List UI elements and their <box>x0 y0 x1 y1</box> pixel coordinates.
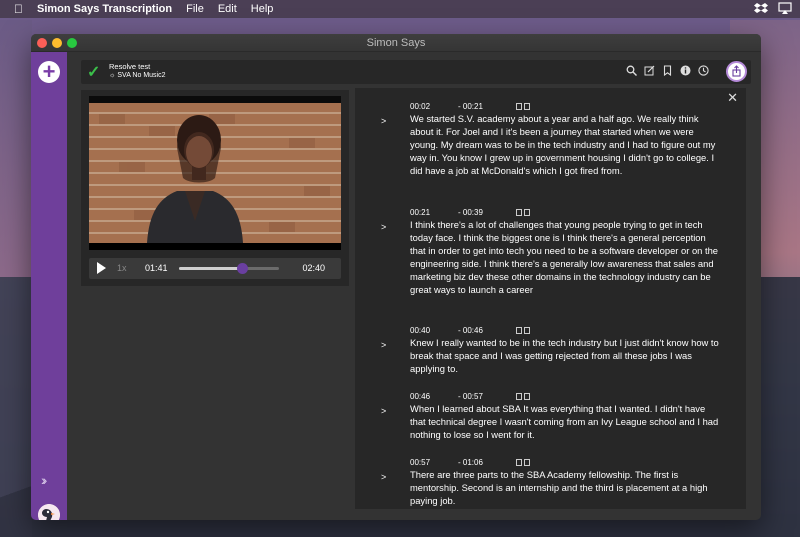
paragraph-text[interactable]: There are three parts to the SBA Academy… <box>410 468 720 507</box>
menu-bar:  Simon Says Transcription File Edit Hel… <box>0 0 800 18</box>
expand-arrow-icon[interactable]: > <box>381 340 386 350</box>
expand-arrow-icon[interactable]: > <box>381 406 386 416</box>
video-player[interactable] <box>89 96 341 250</box>
timestamp: 00:02 - 00:21 <box>410 102 530 111</box>
close-icon[interactable]: ✕ <box>727 90 738 106</box>
project-toolbar: ✓ Resolve test ☼ SVA No Music2 <box>81 60 751 84</box>
bookmark-icon[interactable] <box>516 459 522 466</box>
expand-sidebar-icon[interactable]: ›› <box>41 472 48 488</box>
bookmark-icon[interactable] <box>516 103 522 110</box>
dropbox-icon[interactable] <box>754 2 768 14</box>
apple-icon[interactable]:  <box>14 2 23 16</box>
seek-handle[interactable] <box>237 263 248 274</box>
seek-slider[interactable] <box>179 263 279 274</box>
paragraph-text[interactable]: We started S.V. academy about a year and… <box>410 112 720 177</box>
timestamp: 00:57 - 01:06 <box>410 458 530 467</box>
menu-app-name[interactable]: Simon Says Transcription <box>37 3 172 15</box>
paragraph-text[interactable]: I think there's a lot of challenges that… <box>410 218 720 297</box>
minimize-window-button[interactable] <box>52 38 62 48</box>
comment-icon[interactable] <box>524 459 530 466</box>
edit-icon[interactable] <box>644 65 655 76</box>
expand-arrow-icon[interactable]: > <box>381 472 386 482</box>
title-bar: Simon Says <box>31 34 761 52</box>
paragraph-text[interactable]: When I learned about SBA It was everythi… <box>410 402 720 441</box>
add-project-button[interactable]: + <box>38 61 60 83</box>
play-icon[interactable] <box>97 262 106 274</box>
paragraph-text[interactable]: Knew I really wanted to be in the tech i… <box>410 336 720 375</box>
bookmark-icon[interactable] <box>662 65 673 76</box>
player-controls: 1x 01:41 02:40 <box>89 258 341 279</box>
menu-help[interactable]: Help <box>251 3 274 15</box>
menu-edit[interactable]: Edit <box>218 3 237 15</box>
transcript-panel: ✕ 00:02 - 00:21 > We started S.V. academ… <box>355 88 746 509</box>
bookmark-icon[interactable] <box>516 327 522 334</box>
close-window-button[interactable] <box>37 38 47 48</box>
share-button[interactable] <box>726 61 747 82</box>
total-time: 02:40 <box>302 263 325 273</box>
comment-icon[interactable] <box>524 209 530 216</box>
sidebar: + ›› <box>31 52 67 520</box>
simon-says-logo[interactable] <box>38 504 60 520</box>
timestamp: 00:46 - 00:57 <box>410 392 530 401</box>
airplay-icon[interactable] <box>778 2 792 14</box>
window-title: Simon Says <box>366 37 426 49</box>
current-time: 01:41 <box>145 263 168 273</box>
seek-progress <box>179 267 242 270</box>
timestamp: 00:21 - 00:39 <box>410 208 530 217</box>
menu-file[interactable]: File <box>186 3 204 15</box>
comment-icon[interactable] <box>524 393 530 400</box>
bookmark-icon[interactable] <box>516 209 522 216</box>
comment-icon[interactable] <box>524 327 530 334</box>
checkmark-icon: ✓ <box>87 64 101 81</box>
expand-arrow-icon[interactable]: > <box>381 116 386 126</box>
clock-icon[interactable] <box>698 65 709 76</box>
bookmark-icon[interactable] <box>516 393 522 400</box>
project-subtitle: ☼ SVA No Music2 <box>109 72 166 79</box>
expand-arrow-icon[interactable]: > <box>381 222 386 232</box>
info-icon[interactable] <box>680 65 691 76</box>
comment-icon[interactable] <box>524 103 530 110</box>
app-window: Simon Says + ›› ✓ Resolve test ☼ SVA No … <box>31 34 761 520</box>
video-panel: 1x 01:41 02:40 <box>81 90 349 286</box>
playback-speed[interactable]: 1x <box>117 263 127 273</box>
project-title: Resolve test <box>109 62 151 71</box>
zoom-window-button[interactable] <box>67 38 77 48</box>
timestamp: 00:40 - 00:46 <box>410 326 530 335</box>
search-icon[interactable] <box>626 65 637 76</box>
